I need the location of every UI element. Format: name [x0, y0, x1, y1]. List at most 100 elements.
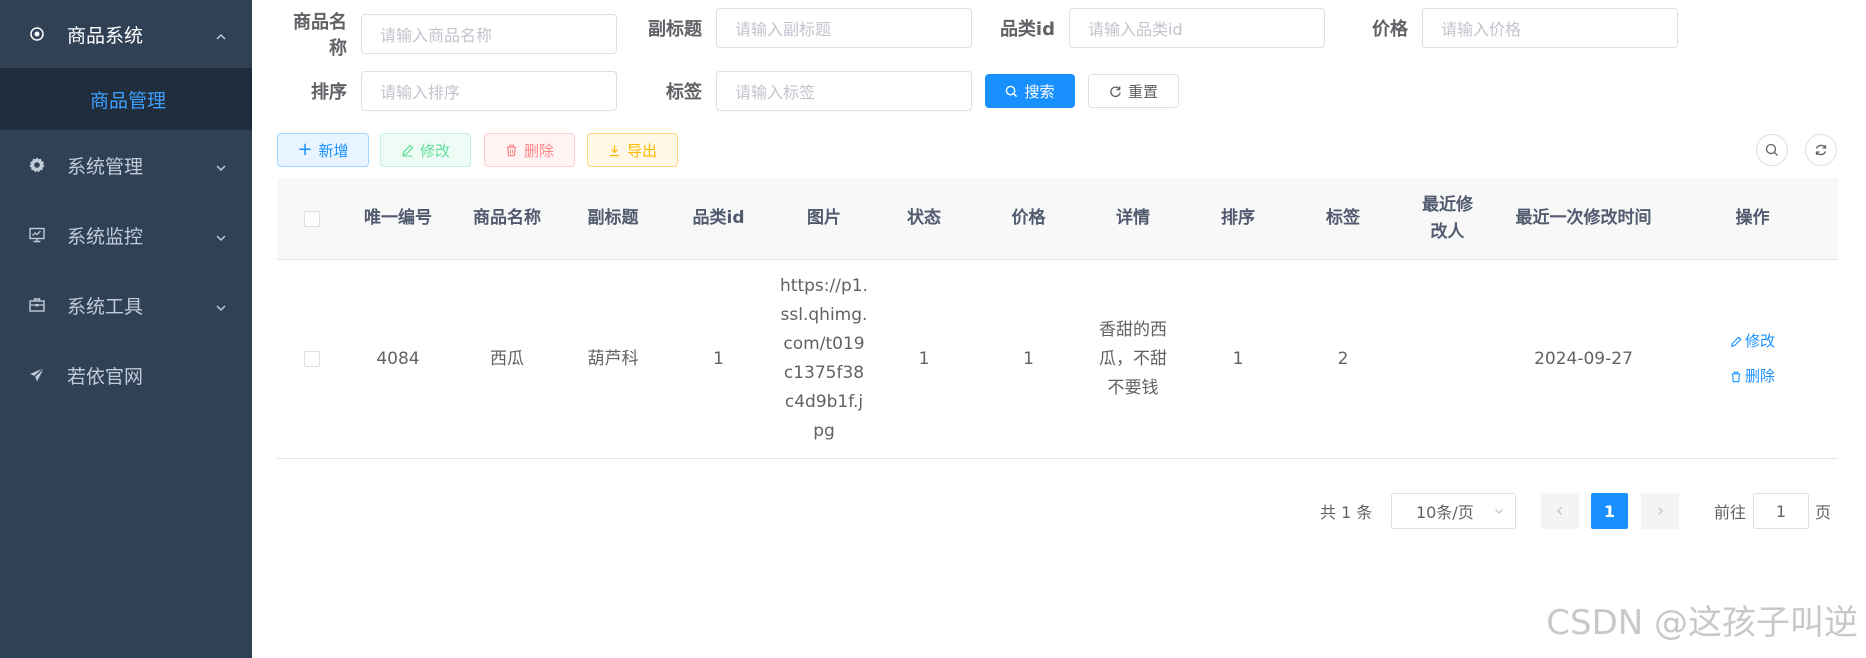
image-url-line: ssl.qhimg. [780, 305, 868, 325]
column-header: 最近修改人 [1422, 194, 1473, 242]
column-header: 排序 [1221, 208, 1255, 228]
row-checkbox[interactable] [304, 351, 320, 367]
download-icon [609, 144, 620, 156]
chevron-down-icon [214, 298, 228, 312]
column-header: 详情 [1116, 208, 1150, 228]
detail-line: 不要钱 [1107, 377, 1159, 398]
sidebar-item-label: 商品系统 [67, 24, 144, 47]
image-url-line: c4d9b1f.j [784, 392, 864, 412]
search-icon [1765, 143, 1778, 156]
watermark: CSDN @这孩子叫逆 [1546, 603, 1858, 643]
cell-modified-time: 2024-09-27 [1534, 348, 1633, 369]
image-url-line: com/t019 [783, 334, 865, 354]
search-button-label: 搜索 [1024, 82, 1055, 101]
add-button[interactable]: + 新增 [277, 133, 369, 167]
chevron-right-icon [1658, 507, 1663, 515]
column-header: 唯一编号 [364, 208, 432, 228]
detail-line: 香甜的西 [1099, 319, 1167, 340]
edit-icon [401, 144, 414, 157]
sidebar-item-label: 系统工具 [67, 295, 144, 318]
refresh-icon [1815, 144, 1827, 156]
image-url-line: https://p1. [780, 276, 868, 296]
next-page-button[interactable] [1641, 493, 1679, 529]
refresh-button[interactable] [1805, 134, 1837, 166]
sidebar-item-label: 系统监控 [67, 225, 144, 248]
trash-icon [1731, 371, 1741, 382]
cell-id: 4084 [376, 348, 420, 369]
paper-plane-icon [26, 364, 48, 386]
product-table: 唯一编号 商品名称 副标题 品类id 图片 状态 价格 详情 排序 标签 最近修… [277, 178, 1838, 459]
sidebar-item-system-tools[interactable]: 系统工具 [0, 270, 252, 340]
goto-label: 前往 [1714, 503, 1747, 522]
sort-input[interactable]: 请输入排序 [361, 71, 617, 111]
reset-button-label: 重置 [1127, 82, 1158, 101]
export-button[interactable]: 导出 [587, 133, 678, 167]
delete-button[interactable]: 删除 [484, 133, 575, 167]
refresh-icon [1110, 85, 1121, 97]
sidebar-item-product-system[interactable]: 商品系统 [0, 0, 252, 68]
gear-icon [26, 154, 48, 176]
sidebar-item-system-management[interactable]: 系统管理 [0, 130, 252, 200]
search-button[interactable]: 搜索 [985, 74, 1075, 108]
column-header: 商品名称 [473, 208, 541, 228]
toolbox-icon [26, 294, 48, 316]
column-header: 副标题 [587, 208, 639, 228]
trash-icon [506, 144, 517, 156]
reset-button[interactable]: 重置 [1088, 74, 1179, 108]
column-header: 操作 [1735, 208, 1770, 228]
radio-dot-icon [26, 23, 48, 45]
column-header: 图片 [807, 208, 841, 228]
cell-actions: 修改 删除 [1667, 327, 1838, 391]
sidebar-item-label: 系统管理 [67, 155, 144, 178]
chevron-up-icon [214, 27, 228, 41]
chevron-left-icon [1557, 507, 1562, 515]
plus-icon: + [297, 139, 313, 160]
edit-icon [1730, 335, 1742, 347]
field-label-price: 价格 [1372, 19, 1408, 40]
edit-button[interactable]: 修改 [380, 133, 471, 167]
chevron-down-icon [214, 228, 228, 242]
row-delete-label: 删除 [1744, 367, 1775, 385]
monitor-icon [26, 224, 48, 246]
table-header: 唯一编号 商品名称 副标题 品类id 图片 状态 价格 详情 排序 标签 最近修… [277, 178, 1838, 260]
add-button-label: 新增 [318, 141, 349, 160]
product-name-input[interactable]: 请输入商品名称 [361, 14, 617, 54]
column-header: 最近一次修改时间 [1515, 208, 1652, 228]
detail-line: 瓜，不甜 [1099, 348, 1167, 369]
toggle-search-button[interactable] [1756, 134, 1788, 166]
field-label-sort: 排序 [311, 82, 347, 103]
pagination-total: 共 1 条 [1320, 503, 1373, 522]
field-label-subtitle: 副标题 [648, 19, 702, 40]
table-row: 4084 西瓜 葫芦科 1 https://p1. ssl.qhimg. com… [277, 260, 1838, 459]
prev-page-button[interactable] [1541, 493, 1579, 529]
chevron-down-icon [1495, 509, 1503, 514]
price-input[interactable]: 请输入价格 [1422, 8, 1678, 48]
column-header: 品类id [692, 208, 745, 228]
page-size-select[interactable]: 10条/页 [1391, 493, 1516, 529]
sidebar-item-system-monitor[interactable]: 系统监控 [0, 200, 252, 270]
page-size-value: 10条/页 [1416, 503, 1474, 522]
select-all-checkbox[interactable] [304, 210, 320, 227]
cell-image: https://p1. ssl.qhimg. com/t019 c1375f38… [776, 272, 872, 446]
cell-price: 1 [1023, 348, 1034, 369]
chevron-down-icon [214, 158, 228, 172]
export-button-label: 导出 [626, 141, 657, 160]
sidebar-item-ruoyi-site[interactable]: 若依官网 [0, 340, 252, 410]
sidebar-item-product-management[interactable]: 商品管理 [0, 68, 252, 130]
row-select-cell [277, 351, 347, 367]
row-edit-link[interactable]: 修改 [1730, 327, 1775, 356]
tag-input[interactable]: 请输入标签 [716, 71, 972, 111]
edit-button-label: 修改 [419, 141, 450, 160]
page-number-current[interactable]: 1 [1591, 493, 1628, 529]
subtitle-input[interactable]: 请输入副标题 [716, 8, 972, 48]
category-id-input[interactable]: 请输入品类id [1069, 8, 1325, 48]
sidebar: 商品系统 商品管理 系统管理 系统监控 系统工具 若依官网 [0, 0, 252, 658]
cell-category-id: 1 [713, 348, 724, 369]
row-edit-label: 修改 [1744, 332, 1775, 350]
cell-sort: 1 [1232, 348, 1244, 369]
submenu: 商品管理 [0, 68, 252, 130]
column-header: 价格 [1011, 208, 1046, 228]
field-label-product-name: 商品名称 [293, 12, 347, 59]
goto-page-input[interactable]: 1 [1753, 493, 1809, 529]
row-delete-link[interactable]: 删除 [1730, 362, 1775, 391]
